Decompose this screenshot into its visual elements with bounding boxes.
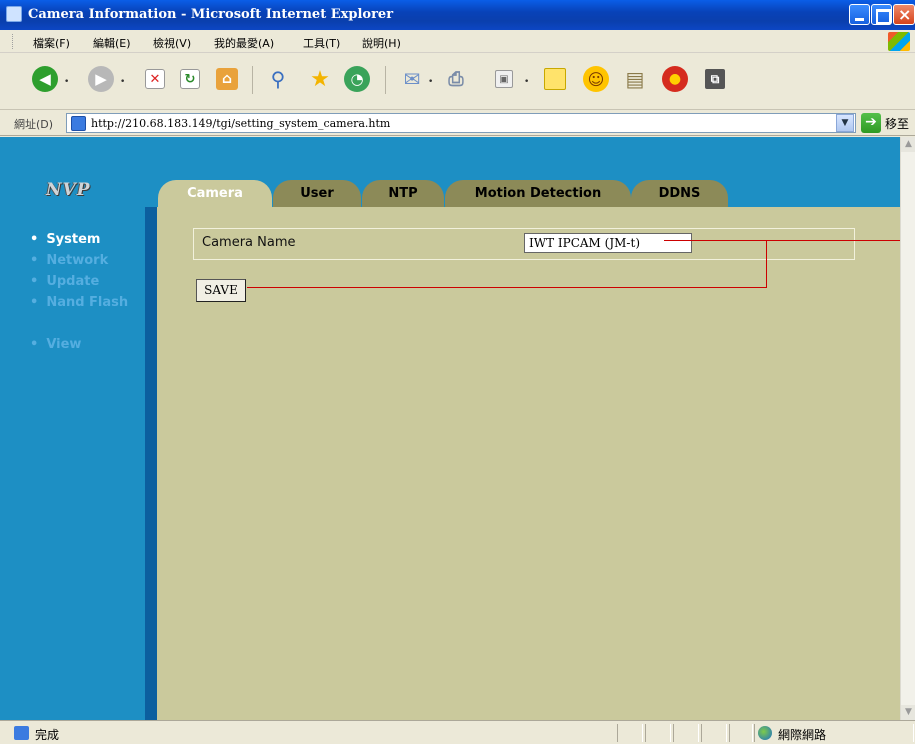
media-icon: ● (662, 66, 688, 92)
tab-ddns[interactable]: DDNS (631, 180, 728, 207)
status-text: 完成 (35, 728, 60, 742)
tab-ntp[interactable]: NTP (362, 180, 444, 207)
menu-tools[interactable]: 工具(T) (303, 35, 340, 51)
camera-name-field[interactable]: IWT IPCAM (JM-t) (524, 233, 692, 253)
favorites-icon: ★ (310, 66, 330, 92)
home-button[interactable]: ⌂ (212, 64, 242, 94)
tab-motion-detection[interactable]: Motion Detection (445, 180, 631, 207)
sidebar-item-label: View (46, 337, 82, 352)
address-bar: 網址(D) http://210.68.183.149/tgi/setting_… (0, 110, 915, 136)
sidebar-item-system[interactable]: • System (30, 232, 100, 247)
go-button[interactable]: 移至 (885, 115, 909, 132)
windows-logo-icon (888, 32, 910, 51)
edit-icon: ▣ (495, 70, 513, 88)
extra-button[interactable]: ⧉ (700, 64, 730, 94)
mail-dropdown-icon[interactable]: • (428, 77, 433, 87)
zone-label: 網際網路 (778, 728, 827, 742)
discuss-icon (544, 68, 566, 90)
mail-button[interactable]: ✉ (397, 64, 427, 94)
scroll-down-icon[interactable]: ▼ (901, 705, 915, 720)
research-icon: ▤ (625, 67, 645, 91)
sidebar-item-update[interactable]: • Update (30, 274, 99, 289)
address-label: 網址(D) (14, 118, 54, 131)
stop-icon: ✕ (145, 69, 165, 89)
back-icon: ◀ (32, 66, 58, 92)
mail-icon: ✉ (403, 67, 421, 91)
sidebar-item-view[interactable]: • View (30, 337, 81, 352)
sidebar-item-label: Update (46, 274, 100, 289)
search-icon: ⚲ (270, 67, 286, 91)
standard-toolbar: ◀ • ▶ • ✕ ↻ ⌂ ⚲ ★ ◔ ✉ • ⎙ ▣ • ☺ ▤ ● ⧉ (0, 54, 915, 110)
menu-favorites[interactable]: 我的最愛(A) (214, 35, 274, 51)
scroll-up-icon[interactable]: ▲ (901, 137, 915, 152)
page-done-icon (14, 726, 29, 740)
menu-help[interactable]: 說明(H) (362, 35, 401, 51)
edit-button[interactable]: ▣ (489, 64, 519, 94)
favorites-button[interactable]: ★ (305, 64, 335, 94)
messenger-icon: ☺ (583, 66, 609, 92)
close-icon: × (898, 5, 912, 24)
window-title: Camera Information - Microsoft Internet … (28, 7, 394, 22)
sidebar-item-nand-flash[interactable]: • Nand Flash (30, 295, 128, 310)
nvp-logo: NVP (46, 180, 91, 200)
back-button[interactable]: ◀ (30, 64, 60, 94)
refresh-icon: ↻ (180, 69, 200, 89)
camera-name-label: Camera Name (202, 235, 296, 250)
print-icon: ⎙ (448, 68, 464, 90)
menu-view[interactable]: 檢視(V) (153, 35, 191, 51)
callout-line (664, 240, 900, 241)
sidebar-item-network[interactable]: • Network (30, 253, 108, 268)
research-button[interactable]: ▤ (620, 64, 650, 94)
edit-dropdown-icon[interactable]: • (524, 77, 529, 87)
ie-app-icon (6, 6, 22, 22)
vertical-scrollbar[interactable]: ▲ ▼ (900, 137, 915, 720)
toolbar-grip[interactable] (12, 34, 15, 49)
stop-button[interactable]: ✕ (140, 64, 170, 94)
internet-zone-icon (758, 726, 772, 740)
go-arrow-icon[interactable]: ➔ (861, 113, 881, 133)
address-dropdown-icon[interactable]: ▼ (836, 114, 854, 132)
menu-file[interactable]: 檔案(F) (33, 35, 70, 51)
history-icon: ◔ (344, 66, 370, 92)
print-button[interactable]: ⎙ (441, 64, 471, 94)
forward-icon: ▶ (88, 66, 114, 92)
forward-dropdown-icon[interactable]: • (120, 77, 125, 87)
history-button[interactable]: ◔ (342, 64, 372, 94)
title-bar: Camera Information - Microsoft Internet … (0, 0, 915, 30)
page-content: NVP • System • Network • Update • Nand Flash… (0, 137, 900, 720)
address-url[interactable]: http://210.68.183.149/tgi/setting_system… (91, 117, 390, 130)
callout-line (766, 240, 767, 287)
sidebar-item-label: Network (46, 253, 109, 268)
home-icon: ⌂ (216, 68, 238, 90)
close-button[interactable]: × (893, 4, 915, 25)
media-button[interactable]: ● (660, 64, 690, 94)
sidebar-divider (145, 207, 157, 720)
tab-camera[interactable]: Camera (158, 180, 272, 207)
page-icon (71, 116, 86, 131)
tab-user[interactable]: User (273, 180, 361, 207)
search-button[interactable]: ⚲ (263, 64, 293, 94)
minimize-button[interactable] (849, 4, 870, 25)
refresh-button[interactable]: ↻ (175, 64, 205, 94)
status-bar: 完成 網際網路 (0, 720, 915, 744)
messenger-button[interactable]: ☺ (581, 64, 611, 94)
sidebar-item-label: System (46, 232, 101, 247)
discuss-button[interactable] (540, 64, 570, 94)
forward-button[interactable]: ▶ (86, 64, 116, 94)
save-button[interactable]: SAVE (196, 279, 246, 302)
extra-icon: ⧉ (705, 69, 725, 89)
menu-edit[interactable]: 編輯(E) (93, 35, 131, 51)
sidebar-item-label: Nand Flash (46, 295, 129, 310)
address-input[interactable]: http://210.68.183.149/tgi/setting_system… (66, 113, 856, 133)
menu-bar: 檔案(F) 編輯(E) 檢視(V) 我的最愛(A) 工具(T) 說明(H) (0, 30, 915, 53)
maximize-button[interactable] (871, 4, 892, 25)
callout-line (247, 287, 767, 288)
back-dropdown-icon[interactable]: • (64, 77, 69, 87)
